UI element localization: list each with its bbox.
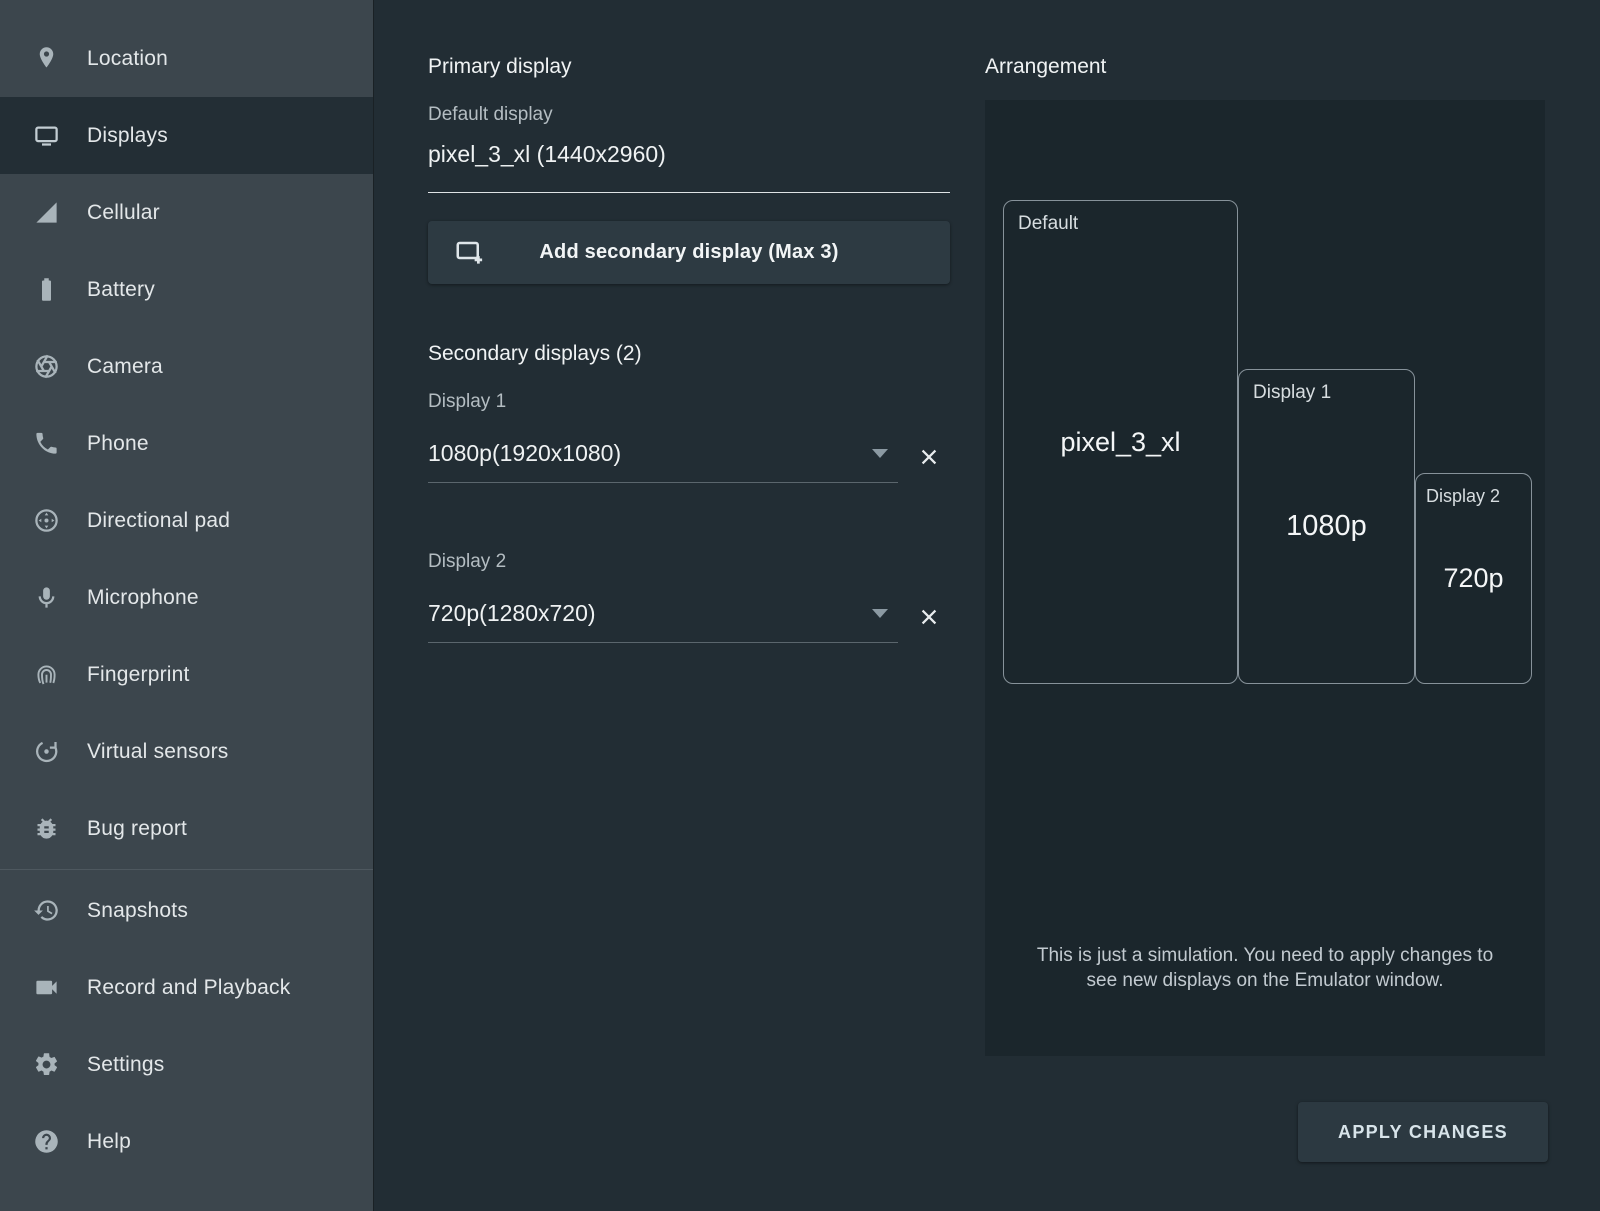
default-display-value[interactable]: pixel_3_xl (1440x2960) bbox=[428, 141, 666, 168]
cellular-icon bbox=[33, 199, 60, 226]
sidebar: Location Displays Cellular Battery Camer bbox=[0, 0, 374, 1211]
display-1-label: Display 1 bbox=[428, 391, 506, 413]
arrangement-box-display-2[interactable]: Display 2 720p bbox=[1415, 473, 1532, 684]
sidebar-item-label: Bug report bbox=[87, 817, 187, 841]
apply-changes-button[interactable]: APPLY CHANGES bbox=[1298, 1102, 1548, 1162]
sidebar-item-label: Displays bbox=[87, 124, 168, 148]
sidebar-item-record-and-playback[interactable]: Record and Playback bbox=[0, 949, 373, 1026]
default-display-label: Default display bbox=[428, 104, 553, 126]
primary-display-section-title: Primary display bbox=[428, 55, 572, 79]
sidebar-item-displays[interactable]: Displays bbox=[0, 97, 373, 174]
dpad-icon bbox=[33, 507, 60, 534]
display-1-dropdown-value[interactable]: 1080p(1920x1080) bbox=[428, 440, 621, 467]
virtual-sensors-icon bbox=[33, 738, 60, 765]
sidebar-item-camera[interactable]: Camera bbox=[0, 328, 373, 405]
add-display-icon bbox=[454, 238, 484, 268]
snapshots-icon bbox=[33, 897, 60, 924]
arrangement-box-default-name: pixel_3_xl bbox=[1004, 201, 1237, 683]
phone-icon bbox=[33, 430, 60, 457]
sidebar-item-phone[interactable]: Phone bbox=[0, 405, 373, 482]
display-1-dropdown-caret-icon[interactable] bbox=[872, 449, 888, 458]
arrangement-box-default[interactable]: Default pixel_3_xl bbox=[1003, 200, 1238, 684]
sidebar-item-microphone[interactable]: Microphone bbox=[0, 559, 373, 636]
sidebar-item-settings[interactable]: Settings bbox=[0, 1026, 373, 1103]
add-secondary-display-button[interactable]: Add secondary display (Max 3) bbox=[428, 221, 950, 284]
display-2-dropdown-value[interactable]: 720p(1280x720) bbox=[428, 600, 596, 627]
fingerprint-icon bbox=[33, 661, 60, 688]
arrangement-box-display-1-name: 1080p bbox=[1239, 370, 1414, 683]
display-2-remove-icon[interactable] bbox=[916, 604, 942, 630]
sidebar-item-bug-report[interactable]: Bug report bbox=[0, 790, 373, 867]
sidebar-item-label: Virtual sensors bbox=[87, 740, 229, 764]
display-2-label: Display 2 bbox=[428, 551, 506, 573]
arrangement-note: This is just a simulation. You need to a… bbox=[1030, 943, 1500, 993]
camera-icon bbox=[33, 353, 60, 380]
sidebar-item-cellular[interactable]: Cellular bbox=[0, 174, 373, 251]
default-display-underline bbox=[428, 192, 950, 193]
arrangement-box-display-2-name: 720p bbox=[1416, 474, 1531, 683]
arrangement-title: Arrangement bbox=[985, 55, 1106, 79]
sidebar-divider bbox=[0, 869, 373, 870]
secondary-displays-section-title: Secondary displays (2) bbox=[428, 342, 642, 366]
sidebar-item-label: Settings bbox=[87, 1053, 164, 1077]
arrangement-box-display-1[interactable]: Display 1 1080p bbox=[1238, 369, 1415, 684]
display-2-underline bbox=[428, 642, 898, 643]
sidebar-item-location[interactable]: Location bbox=[0, 20, 373, 97]
sidebar-item-label: Cellular bbox=[87, 201, 160, 225]
sidebar-item-label: Battery bbox=[87, 278, 155, 302]
location-icon bbox=[33, 45, 60, 72]
sidebar-item-label: Fingerprint bbox=[87, 663, 190, 687]
displays-icon bbox=[33, 122, 60, 149]
help-icon bbox=[33, 1128, 60, 1155]
sidebar-item-virtual-sensors[interactable]: Virtual sensors bbox=[0, 713, 373, 790]
sidebar-item-fingerprint[interactable]: Fingerprint bbox=[0, 636, 373, 713]
sidebar-item-battery[interactable]: Battery bbox=[0, 251, 373, 328]
display-1-underline bbox=[428, 482, 898, 483]
sidebar-item-help[interactable]: Help bbox=[0, 1103, 373, 1180]
display-2-dropdown-caret-icon[interactable] bbox=[872, 609, 888, 618]
extended-controls-window: Location Displays Cellular Battery Camer bbox=[0, 0, 1600, 1211]
sidebar-item-label: Phone bbox=[87, 432, 149, 456]
sidebar-item-label: Camera bbox=[87, 355, 163, 379]
sidebar-item-label: Snapshots bbox=[87, 899, 188, 923]
record-icon bbox=[33, 974, 60, 1001]
arrangement-panel: Default pixel_3_xl Display 1 1080p Displ… bbox=[985, 100, 1545, 1056]
sidebar-item-snapshots[interactable]: Snapshots bbox=[0, 872, 373, 949]
sidebar-item-label: Record and Playback bbox=[87, 976, 290, 1000]
sidebar-item-directional-pad[interactable]: Directional pad bbox=[0, 482, 373, 559]
sidebar-item-label: Directional pad bbox=[87, 509, 230, 533]
microphone-icon bbox=[33, 584, 60, 611]
battery-icon bbox=[33, 276, 60, 303]
settings-icon bbox=[33, 1051, 60, 1078]
sidebar-item-label: Location bbox=[87, 47, 168, 71]
display-1-remove-icon[interactable] bbox=[916, 444, 942, 470]
sidebar-item-label: Microphone bbox=[87, 586, 199, 610]
sidebar-item-label: Help bbox=[87, 1130, 131, 1154]
add-secondary-display-label: Add secondary display (Max 3) bbox=[539, 241, 838, 264]
bug-report-icon bbox=[33, 815, 60, 842]
